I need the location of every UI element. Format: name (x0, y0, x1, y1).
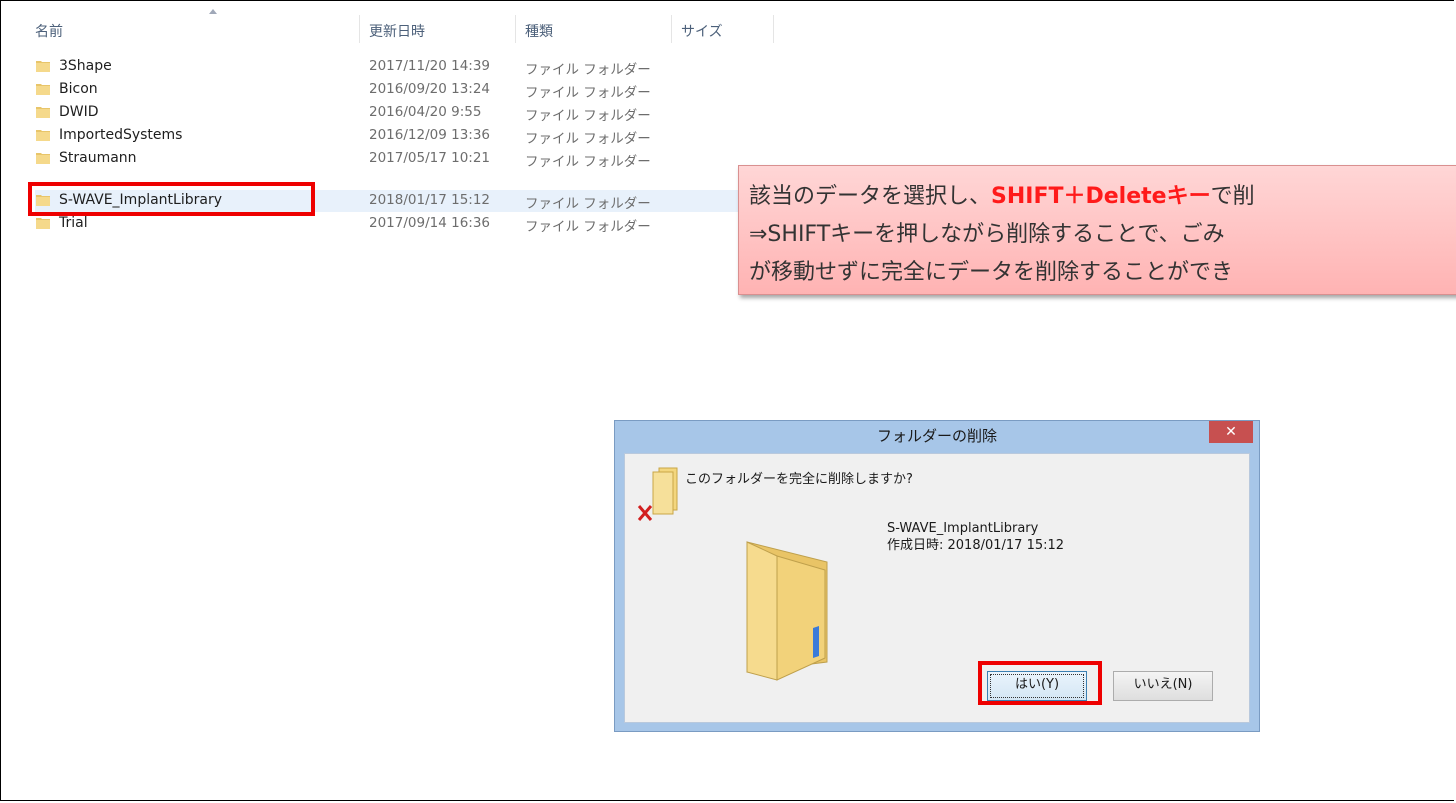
folder-icon (36, 153, 50, 164)
file-date: 2017/11/20 14:39 (369, 58, 491, 74)
file-name: ImportedSystems (59, 127, 183, 143)
selection-highlight-box (28, 182, 315, 216)
file-date: 2017/05/17 10:21 (369, 150, 491, 166)
file-type: ファイル フォルダー (525, 154, 651, 170)
file-date: 2016/04/20 9:55 (369, 104, 482, 120)
column-divider[interactable] (515, 15, 516, 43)
folder-icon (36, 61, 50, 72)
column-size[interactable]: サイズ (681, 21, 723, 41)
close-button[interactable]: ✕ (1209, 421, 1253, 443)
folder-icon (36, 107, 50, 118)
file-name: DWID (59, 104, 99, 120)
file-type: ファイル フォルダー (525, 108, 651, 124)
folder-icon (36, 130, 50, 141)
column-modified[interactable]: 更新日時 (369, 21, 425, 41)
column-type[interactable]: 種類 (525, 21, 553, 41)
column-divider[interactable] (671, 15, 672, 43)
no-button[interactable]: いいえ(N) (1113, 671, 1213, 701)
column-name[interactable]: 名前 (35, 21, 63, 41)
sort-arrow-icon (209, 9, 217, 14)
file-name: Trial (59, 215, 88, 231)
folder-details: S-WAVE_ImplantLibrary 作成日時: 2018/01/17 1… (887, 520, 1064, 554)
file-row[interactable]: 3Shape 2017/11/20 14:39 ファイル フォルダー (35, 56, 755, 78)
callout-line-3: が移動せずに完全にデータを削除することができ (749, 260, 1234, 285)
instruction-callout: 該当のデータを選択し、SHIFT＋Deleteキーで削 ⇒SHIFTキーを押しな… (738, 165, 1456, 295)
folder-icon (36, 218, 50, 229)
file-date: 2018/01/17 15:12 (369, 192, 491, 208)
file-type: ファイル フォルダー (525, 196, 651, 212)
file-row[interactable]: ImportedSystems 2016/12/09 13:36 ファイル フォ… (35, 125, 755, 147)
folder-created: 作成日時: 2018/01/17 15:12 (887, 538, 1065, 553)
file-name: Bicon (59, 81, 98, 97)
file-date: 2017/09/14 16:36 (369, 215, 491, 231)
file-row[interactable]: Bicon 2016/09/20 13:24 ファイル フォルダー (35, 79, 755, 101)
file-row[interactable]: DWID 2016/04/20 9:55 ファイル フォルダー (35, 102, 755, 124)
folder-name: S-WAVE_ImplantLibrary (887, 521, 1039, 536)
yes-button-highlight-box (978, 661, 1102, 705)
file-row[interactable]: Trial 2017/09/14 16:36 ファイル フォルダー (35, 213, 755, 235)
column-header: 名前 更新日時 種類 サイズ (1, 1, 781, 45)
folder-preview-icon (746, 541, 828, 681)
file-type: ファイル フォルダー (525, 131, 651, 147)
file-type: ファイル フォルダー (525, 85, 651, 101)
file-row[interactable]: Straumann 2017/05/17 10:21 ファイル フォルダー (35, 148, 755, 170)
delete-folder-icon (637, 467, 678, 521)
file-name: Straumann (59, 150, 137, 166)
folder-icon (36, 84, 50, 95)
column-divider[interactable] (773, 15, 774, 43)
column-divider[interactable] (359, 15, 360, 43)
callout-shortcut: SHIFT＋Deleteキー (991, 184, 1211, 209)
file-type: ファイル フォルダー (525, 219, 651, 235)
callout-line-2: ⇒SHIFTキーを押しながら削除することで、ごみ (749, 222, 1225, 247)
file-type: ファイル フォルダー (525, 62, 651, 78)
dialog-title: フォルダーの削除 (876, 427, 997, 445)
file-date: 2016/12/09 13:36 (369, 127, 491, 143)
file-date: 2016/09/20 13:24 (369, 81, 491, 97)
delete-folder-dialog: フォルダーの削除 ✕ このフォルダーを完全に削除しますか? S-WAVE_Imp… (614, 420, 1260, 732)
dialog-question: このフォルダーを完全に削除しますか? (685, 472, 913, 487)
callout-line-1: 該当のデータを選択し、SHIFT＋Deleteキーで削 (749, 184, 1255, 209)
file-name: 3Shape (59, 58, 112, 74)
